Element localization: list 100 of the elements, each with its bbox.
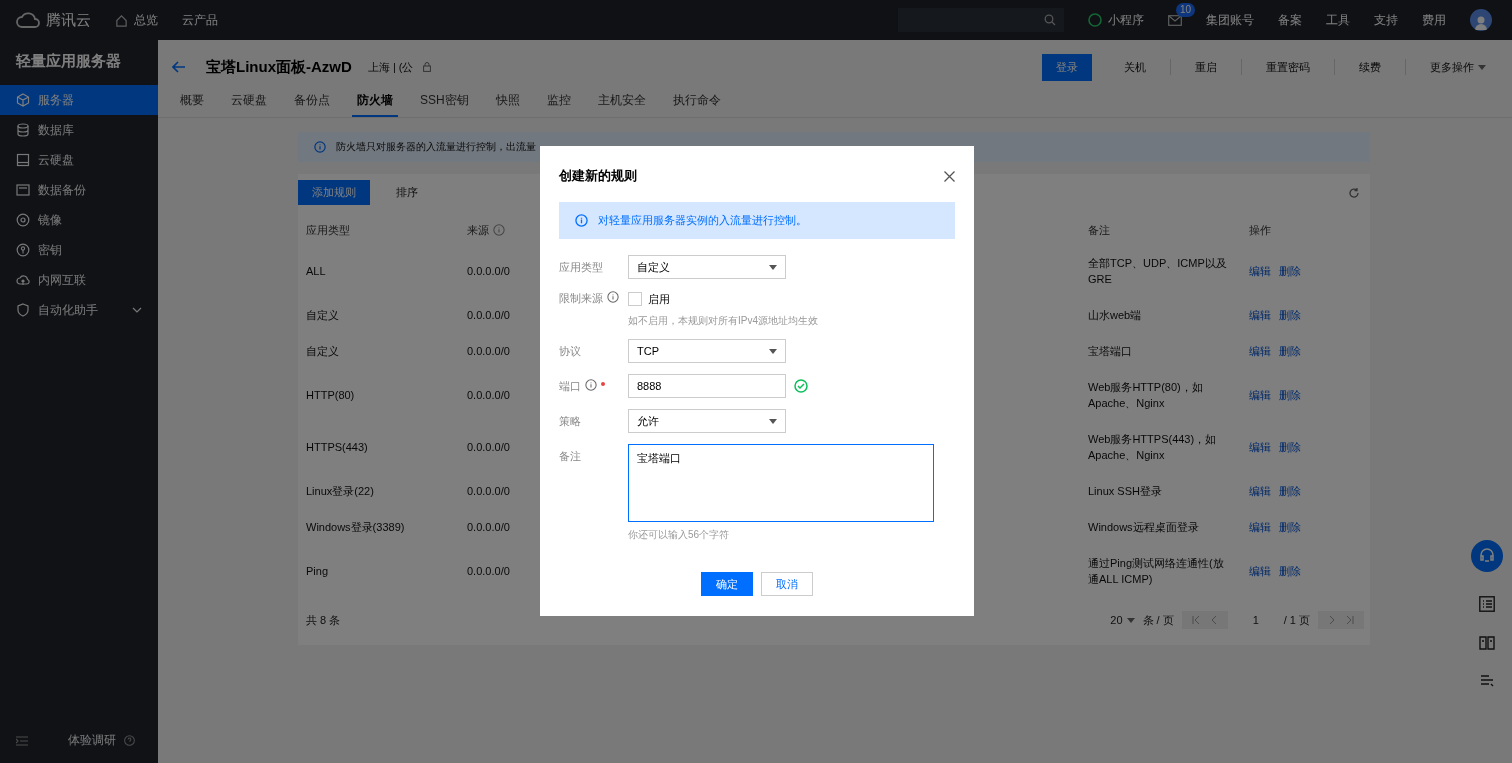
dialog-button[interactable]: 取消 xyxy=(761,572,813,596)
list-icon[interactable] xyxy=(1479,596,1495,612)
table-cell: 自定义 xyxy=(306,309,339,321)
column-header: 来源 xyxy=(467,223,489,236)
action-link[interactable]: 删除 xyxy=(1279,565,1301,577)
page-total: / 1 页 xyxy=(1283,612,1310,628)
toolbar-button[interactable]: 添加规则 xyxy=(298,180,370,205)
header-button[interactable]: 关机 xyxy=(1110,54,1160,80)
info-icon xyxy=(607,291,619,303)
tab[interactable]: 云硬盘 xyxy=(226,86,272,117)
sidebar-item[interactable]: 内网互联 xyxy=(0,265,158,295)
tab[interactable]: 快照 xyxy=(490,86,525,117)
sidebar-item[interactable]: 服务器 xyxy=(0,85,158,115)
tab[interactable]: SSH密钥 xyxy=(415,86,474,117)
field-label: 端口 xyxy=(559,379,581,394)
table-cell-text: Windows远程桌面登录 xyxy=(1088,520,1200,535)
last-page-icon[interactable] xyxy=(1344,616,1354,624)
action-link[interactable]: 删除 xyxy=(1279,265,1301,277)
action-link[interactable]: 删除 xyxy=(1279,309,1301,321)
table-cell-text: Web服务HTTPS(443)，如Apache、Nginx xyxy=(1088,432,1218,463)
action-link[interactable]: 删除 xyxy=(1279,389,1301,401)
mail-icon[interactable] xyxy=(1168,14,1182,26)
tab[interactable]: 概要 xyxy=(175,86,209,117)
dialog-title: 创建新的规则 xyxy=(559,167,637,185)
sidebar-item[interactable]: 数据备份 xyxy=(0,175,158,205)
table-cell: 0.0.0.0/0 xyxy=(467,265,510,277)
nav-link[interactable]: 云产品 xyxy=(182,11,218,29)
action-link[interactable]: 删除 xyxy=(1279,441,1301,453)
back-arrow-icon[interactable] xyxy=(172,61,186,73)
tab[interactable]: 监控 xyxy=(541,86,576,117)
table-cell: 0.0.0.0/0 xyxy=(467,441,510,453)
book-icon[interactable] xyxy=(1479,636,1495,650)
sidebar-item[interactable]: 镜像 xyxy=(0,205,158,235)
column-header: 操作 xyxy=(1249,223,1271,236)
action-link[interactable]: 删除 xyxy=(1279,345,1301,357)
previous-page-icon[interactable] xyxy=(1209,616,1218,624)
top-link[interactable]: 集团账号 xyxy=(1206,11,1254,29)
action-link[interactable]: 编辑 xyxy=(1249,265,1271,277)
top-link[interactable]: 备案 xyxy=(1278,11,1302,29)
dialog-button[interactable]: 确定 xyxy=(701,572,753,596)
header-button[interactable]: 重启 xyxy=(1181,54,1231,80)
sidebar-item[interactable]: 自动化助手 xyxy=(0,295,158,325)
caret-icon xyxy=(769,264,777,270)
top-link[interactable]: 支持 xyxy=(1374,11,1398,29)
miniapp-icon xyxy=(1088,13,1102,27)
select-field[interactable]: 自定义 xyxy=(628,255,786,279)
page-number-field[interactable]: 1 xyxy=(1235,614,1276,626)
action-link[interactable]: 删除 xyxy=(1279,485,1301,497)
total-count: 共 8 条 xyxy=(306,612,341,628)
select-field[interactable]: 允许 xyxy=(628,409,786,433)
region-label: 上海 | (公 xyxy=(367,59,414,75)
page-size-select[interactable]: 20 xyxy=(1110,614,1135,626)
product-title: 轻量应用服务器 xyxy=(14,51,122,71)
cloud-icon xyxy=(16,273,30,287)
action-link[interactable]: 编辑 xyxy=(1249,345,1271,357)
select-field[interactable]: TCP xyxy=(628,339,786,363)
first-page-icon[interactable] xyxy=(1191,616,1202,624)
disc-icon xyxy=(16,213,30,227)
table-cell-text: Linux SSH登录 xyxy=(1088,484,1163,499)
miniapp-link[interactable]: 小程序 xyxy=(1108,11,1144,29)
header-button[interactable]: 续费 xyxy=(1345,54,1395,80)
top-link[interactable]: 费用 xyxy=(1422,11,1446,29)
notes-icon[interactable] xyxy=(1480,674,1494,688)
close-icon[interactable] xyxy=(944,170,955,182)
caret-icon xyxy=(769,418,777,424)
tab[interactable]: 执行命令 xyxy=(667,86,726,117)
checkbox-label: 启用 xyxy=(648,291,670,307)
survey-link[interactable]: 体验调研 xyxy=(68,732,116,749)
top-link[interactable]: 工具 xyxy=(1326,11,1350,29)
action-link[interactable]: 编辑 xyxy=(1249,309,1271,321)
action-link[interactable]: 编辑 xyxy=(1249,521,1271,533)
instance-title: 宝塔Linux面板-AzwD xyxy=(206,57,352,77)
sidebar-item[interactable]: 密钥 xyxy=(0,235,158,265)
table-cell: 0.0.0.0/0 xyxy=(467,345,510,357)
tab[interactable]: 备份点 xyxy=(289,86,335,117)
next-page-icon[interactable] xyxy=(1328,616,1336,624)
header-button[interactable]: 登录 xyxy=(1042,53,1092,81)
shield-icon xyxy=(16,303,30,317)
header-button[interactable]: 重置密码 xyxy=(1252,54,1324,80)
sidebar-item[interactable]: 数据库 xyxy=(0,115,158,145)
tab[interactable]: 防火墙 xyxy=(352,86,398,117)
action-link[interactable]: 编辑 xyxy=(1249,441,1271,453)
sidebar-item[interactable]: 云硬盘 xyxy=(0,145,158,175)
support-button[interactable] xyxy=(1471,540,1503,572)
notice-text: 防火墙只对服务器的入流量进行控制，出流量 xyxy=(336,140,536,154)
note-textarea[interactable]: 宝塔端口 xyxy=(628,444,934,522)
refresh-icon[interactable] xyxy=(1348,186,1360,199)
header-button[interactable]: 更多操作 xyxy=(1416,54,1500,80)
port-input[interactable]: 8888 xyxy=(628,374,786,398)
action-link[interactable]: 编辑 xyxy=(1249,389,1271,401)
action-link[interactable]: 编辑 xyxy=(1249,485,1271,497)
collapse-menu-icon[interactable] xyxy=(16,735,28,746)
tab[interactable]: 主机安全 xyxy=(592,86,651,117)
avatar-icon[interactable] xyxy=(1470,9,1492,31)
nav-link[interactable]: 总览 xyxy=(134,11,158,29)
action-link[interactable]: 编辑 xyxy=(1249,565,1271,577)
action-link[interactable]: 删除 xyxy=(1279,521,1301,533)
checkbox[interactable] xyxy=(628,292,642,306)
search-field[interactable] xyxy=(898,8,1064,32)
caret-icon xyxy=(1478,64,1486,70)
